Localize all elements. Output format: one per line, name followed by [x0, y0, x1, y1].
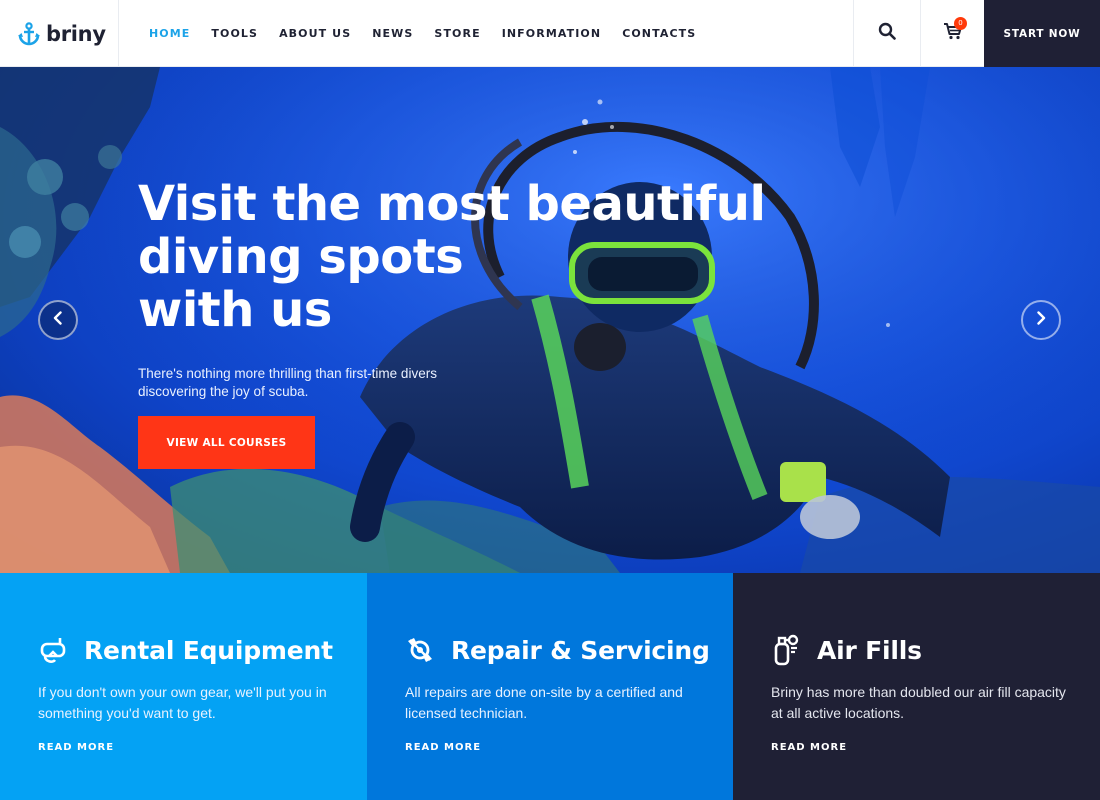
feature-card-air-fills: Air Fills Briny has more than doubled ou… [733, 573, 1100, 800]
snorkel-mask-icon [38, 634, 68, 666]
feature-text: If you don't own your own gear, we'll pu… [38, 684, 327, 721]
slider-prev-button[interactable] [38, 300, 78, 340]
nav-item-home[interactable]: HOME [149, 27, 190, 40]
feature-header: Repair & Servicing [405, 634, 733, 666]
view-all-courses-button[interactable]: VIEW ALL COURSES [138, 416, 315, 469]
read-more-link[interactable]: READ MORE [38, 742, 367, 753]
feature-card-rental: Rental Equipment If you don't own your o… [0, 573, 367, 800]
nav-item-store[interactable]: STORE [434, 27, 480, 40]
chevron-left-icon [53, 310, 63, 330]
start-now-button[interactable]: START NOW [984, 0, 1100, 67]
brand-name: briny [46, 21, 106, 46]
read-more-link[interactable]: READ MORE [771, 742, 1100, 753]
chevron-right-icon [1036, 310, 1046, 330]
feature-header: Air Fills [771, 634, 1100, 666]
feature-text: All repairs are done on-site by a certif… [405, 684, 683, 721]
features-section: Rental Equipment If you don't own your o… [0, 573, 1100, 800]
nav-item-news[interactable]: NEWS [372, 27, 413, 40]
anchor-icon [18, 21, 40, 46]
wrench-gear-icon [405, 634, 435, 666]
nav-item-contacts[interactable]: CONTACTS [622, 27, 696, 40]
cart-count-badge: 0 [954, 17, 967, 30]
feature-text: Briny has more than doubled our air fill… [771, 684, 1066, 721]
hero-slider: Visit the most beautiful diving spots wi… [0, 67, 1100, 573]
nav-item-about-us[interactable]: ABOUT US [279, 27, 351, 40]
slider-next-button[interactable] [1021, 300, 1061, 340]
feature-title: Air Fills [817, 635, 922, 665]
hero-title: Visit the most beautiful diving spots wi… [138, 176, 766, 338]
nav-item-information[interactable]: INFORMATION [502, 27, 602, 40]
search-icon [878, 22, 896, 45]
cart-button[interactable]: 0 [920, 0, 984, 67]
hero-content: Visit the most beautiful diving spots wi… [138, 178, 778, 401]
hero-subtitle: There's nothing more thrilling than firs… [138, 366, 437, 399]
main-nav: HOME TOOLS ABOUT US NEWS STORE INFORMATI… [119, 0, 853, 66]
logo[interactable]: briny [0, 0, 119, 67]
air-tank-icon [771, 634, 801, 666]
feature-header: Rental Equipment [38, 634, 367, 666]
read-more-link[interactable]: READ MORE [405, 742, 733, 753]
feature-title: Repair & Servicing [451, 635, 710, 665]
search-button[interactable] [853, 0, 920, 67]
feature-card-repair: Repair & Servicing All repairs are done … [367, 573, 733, 800]
nav-item-tools[interactable]: TOOLS [211, 27, 258, 40]
feature-title: Rental Equipment [84, 635, 333, 665]
site-header: briny HOME TOOLS ABOUT US NEWS STORE INF… [0, 0, 1100, 67]
